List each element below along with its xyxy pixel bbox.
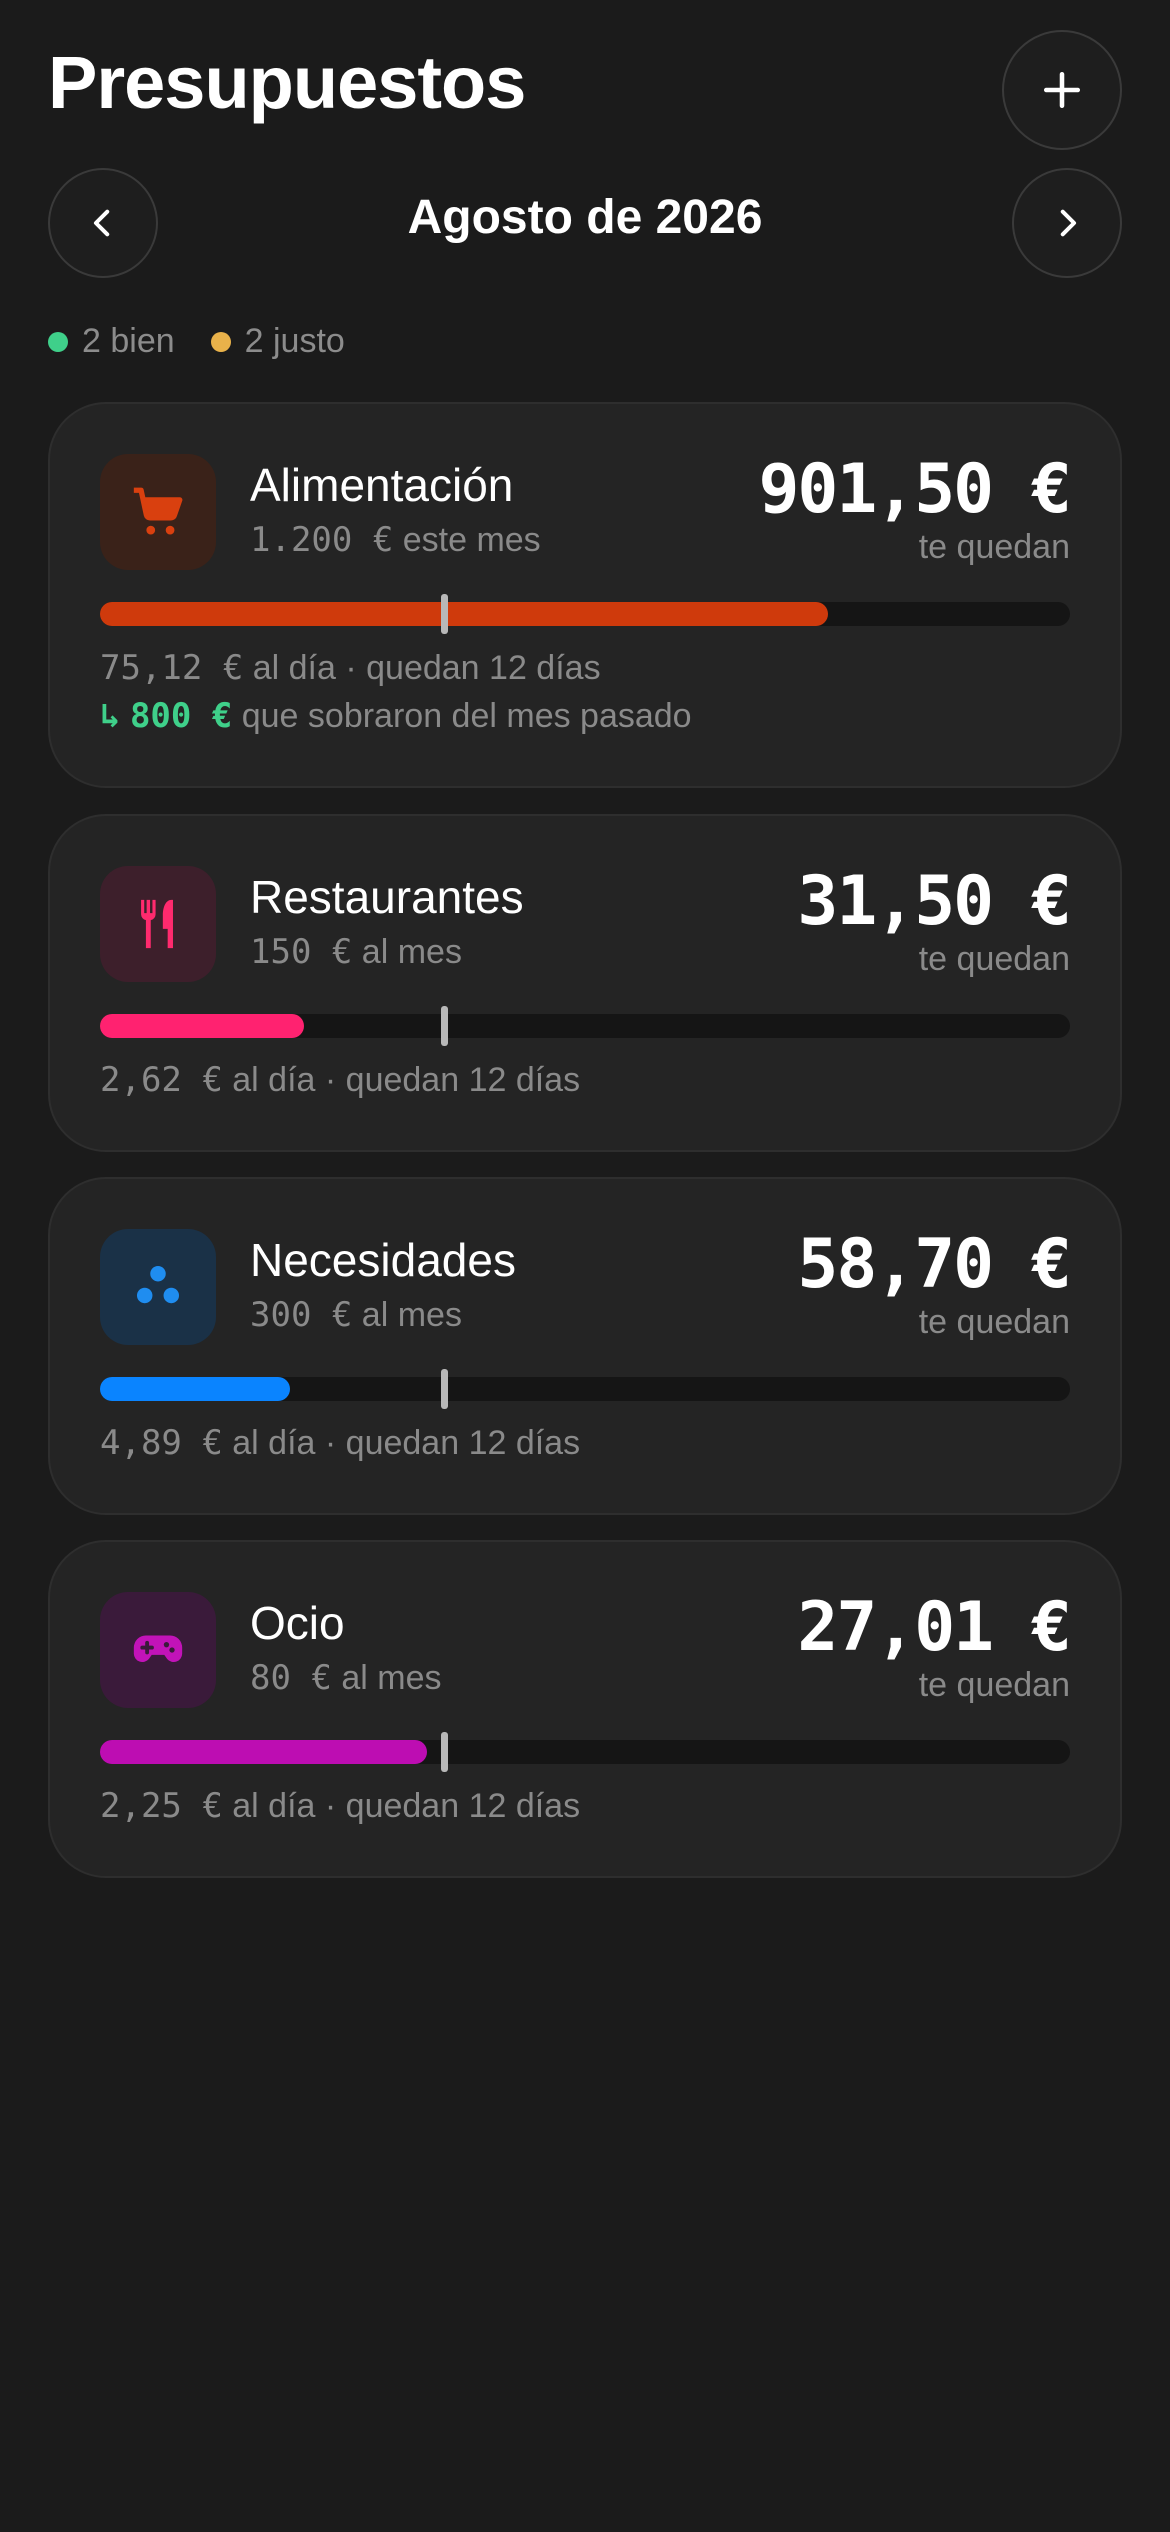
budget-amount: 300 € [250,1295,353,1335]
daily-allowance: 2,62 € al día · quedan 12 días [100,1060,580,1100]
budget-card-ocio[interactable]: Ocio 80 € al mes 27,01 € te quedan 2,25 … [48,1540,1122,1878]
remaining-amount: 58,70 € [797,1225,1072,1304]
legend-item-bien: 2 bien [48,322,175,361]
rollover-text: que sobraron del mes pasado [232,697,692,735]
budget-period: al mes [352,933,462,971]
month-progress-marker [441,594,449,634]
progress-fill [100,602,828,626]
fork-knife-icon [141,899,173,949]
progress-fill [100,1377,291,1401]
legend-item-justo: 2 justo [210,322,345,361]
category-name: Necesidades [250,1234,516,1286]
rollover-arrow-icon: ↳ [100,696,121,736]
daily-allowance: 2,25 € al día · quedan 12 días [100,1786,580,1826]
category-name: Restaurantes [250,871,524,923]
category-icon-box [100,1592,216,1708]
category-budget: 150 € al mes [250,932,462,972]
budget-period: este mes [393,521,541,559]
month-progress-marker [441,1369,449,1409]
daily-text: al día · quedan 12 días [222,1787,581,1825]
next-month-button[interactable] [1012,168,1122,278]
header: Presupuestos [48,30,1122,150]
rollover-note: ↳ 800 € que sobraron del mes pasado [100,696,692,736]
budget-card-alimentacion[interactable]: Alimentación 1.200 € este mes 901,50 € t… [48,402,1122,788]
category-icon-box [100,1229,216,1345]
category-budget: 80 € al mes [250,1658,441,1698]
status-dot-yellow [210,331,231,352]
category-name: Alimentación [250,459,514,511]
budget-progress-bar [100,1006,1070,1046]
remaining-caption: te quedan [918,1666,1070,1704]
legend-label: 2 justo [244,322,345,360]
legend-label: 2 bien [82,322,175,360]
budget-progress-bar [100,594,1070,634]
daily-text: al día · quedan 12 días [222,1061,581,1099]
gamepad-icon [133,1635,183,1663]
shopping-cart-icon [133,487,183,535]
category-icon-box [100,866,216,982]
plus-icon [1043,71,1081,109]
page-title: Presupuestos [48,41,526,124]
budget-card-necesidades[interactable]: Necesidades 300 € al mes 58,70 € te qued… [48,1177,1122,1515]
daily-allowance: 4,89 € al día · quedan 12 días [100,1423,580,1463]
status-legend: 2 bien 2 justo [48,322,345,361]
remaining-amount: 31,50 € [797,862,1072,941]
daily-amount: 4,89 € [100,1423,223,1463]
month-label: Agosto de 2026 [407,191,763,244]
budget-period: al mes [331,1659,442,1697]
progress-fill [100,1740,427,1764]
add-budget-button[interactable] [1002,30,1122,150]
category-budget: 300 € al mes [250,1295,462,1335]
budget-period: al mes [352,1296,462,1334]
budget-amount: 80 € [250,1658,332,1698]
budget-progress-bar [100,1369,1070,1409]
daily-text: al día · quedan 12 días [222,1424,581,1462]
remaining-caption: te quedan [918,940,1070,978]
remaining-amount: 27,01 € [797,1588,1072,1667]
daily-amount: 75,12 € [100,648,244,688]
daily-amount: 2,62 € [100,1060,223,1100]
month-progress-marker [441,1006,449,1046]
progress-fill [100,1014,304,1038]
chevron-right-icon [1060,209,1077,237]
month-navigation: Agosto de 2026 [48,168,1122,278]
daily-allowance: 75,12 € al día · quedan 12 días [100,648,601,688]
budget-card-restaurantes[interactable]: Restaurantes 150 € al mes 31,50 € te que… [48,814,1122,1152]
remaining-caption: te quedan [918,1303,1070,1341]
budget-amount: 150 € [250,932,353,972]
remaining-amount: 901,50 € [758,450,1072,529]
budget-amount: 1.200 € [250,520,394,560]
category-budget: 1.200 € este mes [250,520,541,560]
rollover-amount: 800 € [129,696,233,736]
budget-progress-bar [100,1732,1070,1772]
three-dots-icon [136,1265,180,1304]
daily-amount: 2,25 € [100,1786,223,1826]
status-dot-green [48,331,68,352]
category-name: Ocio [250,1597,345,1649]
month-progress-marker [441,1732,449,1772]
category-icon-box [100,454,216,570]
remaining-caption: te quedan [918,528,1070,566]
daily-text: al día · quedan 12 días [243,649,601,687]
